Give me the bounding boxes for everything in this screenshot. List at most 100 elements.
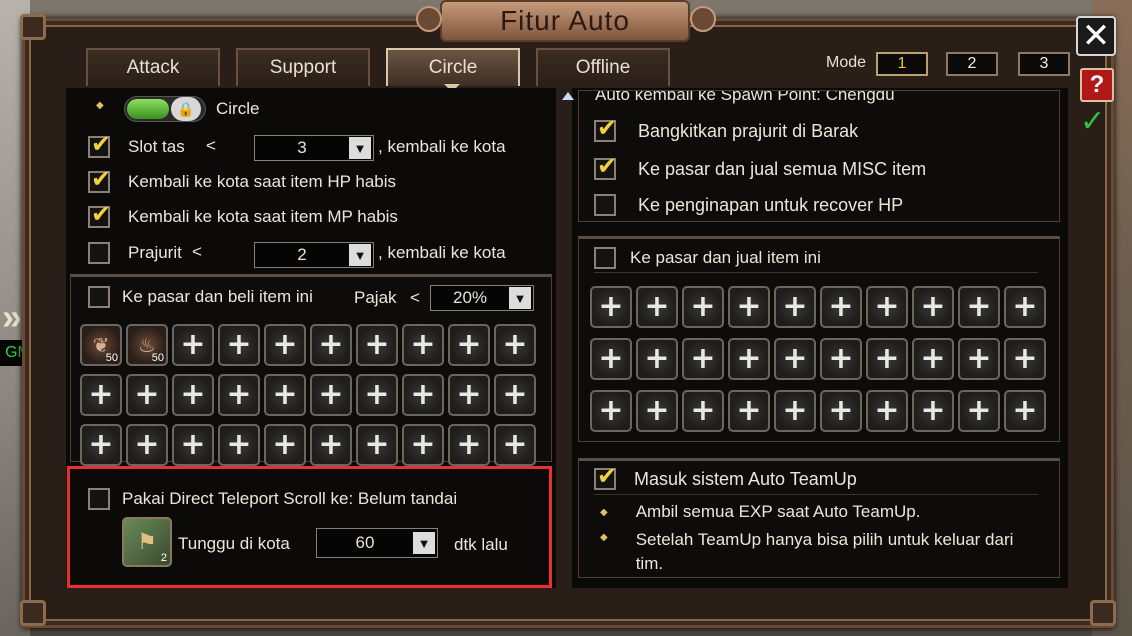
circle-bullet: ◆ [96, 100, 104, 111]
empty-item-slot[interactable]: + [590, 286, 632, 328]
empty-item-slot[interactable]: + [774, 338, 816, 380]
empty-item-slot[interactable]: + [310, 424, 352, 466]
prajurit-label: Prajurit [128, 243, 182, 262]
empty-item-slot[interactable]: + [1004, 390, 1046, 432]
empty-item-slot[interactable]: + [912, 286, 954, 328]
close-button[interactable]: ✕ [1076, 16, 1116, 56]
slot-tas-checkbox[interactable] [88, 130, 111, 158]
empty-item-slot[interactable]: + [80, 424, 122, 466]
empty-item-slot[interactable]: + [264, 424, 306, 466]
empty-item-slot[interactable]: + [636, 390, 678, 432]
empty-item-slot[interactable]: + [402, 374, 444, 416]
prajurit-dropdown[interactable]: 2 ▼ [254, 242, 374, 268]
scroll-up-icon[interactable] [562, 92, 574, 100]
empty-item-slot[interactable]: + [402, 324, 444, 366]
empty-item-slot[interactable]: + [494, 324, 536, 366]
add-icon: + [364, 427, 390, 462]
empty-item-slot[interactable]: + [820, 286, 862, 328]
sell-checkbox[interactable] [594, 247, 616, 269]
empty-item-slot[interactable]: + [958, 390, 1000, 432]
empty-item-slot[interactable]: + [494, 424, 536, 466]
teamup-checkbox[interactable] [594, 462, 617, 490]
empty-item-slot[interactable]: + [958, 338, 1000, 380]
empty-item-slot[interactable]: + [958, 286, 1000, 328]
empty-item-slot[interactable]: + [356, 324, 398, 366]
empty-item-slot[interactable]: + [310, 374, 352, 416]
empty-item-slot[interactable]: + [264, 324, 306, 366]
empty-item-slot[interactable]: + [218, 374, 260, 416]
wait-dropdown[interactable]: 60 ▼ [316, 528, 438, 558]
divider [594, 272, 1038, 273]
empty-item-slot[interactable]: + [80, 374, 122, 416]
empty-item-slot[interactable]: + [356, 424, 398, 466]
empty-item-slot[interactable]: + [264, 374, 306, 416]
empty-item-slot[interactable]: + [218, 324, 260, 366]
tab-support[interactable]: Support [236, 48, 370, 86]
slot-tas-row: Slot tas [88, 130, 185, 158]
empty-item-slot[interactable]: + [126, 424, 168, 466]
empty-item-slot[interactable]: + [866, 390, 908, 432]
empty-item-slot[interactable]: + [448, 374, 490, 416]
add-icon: + [690, 341, 716, 376]
empty-item-slot[interactable]: + [448, 324, 490, 366]
tax-dropdown[interactable]: 20% ▼ [430, 285, 534, 311]
empty-item-slot[interactable]: + [682, 286, 724, 328]
empty-item-slot[interactable]: + [682, 390, 724, 432]
teleport-checkbox[interactable] [88, 488, 110, 510]
help-button[interactable]: ? [1080, 68, 1114, 102]
empty-item-slot[interactable]: + [636, 286, 678, 328]
empty-item-slot[interactable]: + [356, 374, 398, 416]
empty-item-slot[interactable]: + [172, 324, 214, 366]
barak-checkbox[interactable] [594, 114, 617, 142]
misc-checkbox[interactable] [594, 152, 617, 180]
hp-checkbox[interactable] [88, 165, 111, 193]
item-slot[interactable]: ❦ 50 [80, 324, 122, 366]
empty-item-slot[interactable]: + [172, 424, 214, 466]
empty-item-slot[interactable]: + [448, 424, 490, 466]
slot-tas-suffix: , kembali ke kota [378, 137, 506, 156]
circle-toggle[interactable]: 🔒 [124, 96, 206, 122]
tab-attack[interactable]: Attack [86, 48, 220, 86]
tab-offline[interactable]: Offline [536, 48, 670, 86]
teamup-row: Masuk sistem Auto TeamUp [594, 462, 857, 490]
empty-item-slot[interactable]: + [1004, 286, 1046, 328]
empty-item-slot[interactable]: + [774, 390, 816, 432]
empty-item-slot[interactable]: + [728, 390, 770, 432]
empty-item-slot[interactable]: + [590, 390, 632, 432]
add-icon: + [226, 327, 252, 362]
prajurit-checkbox[interactable] [88, 242, 110, 264]
empty-item-slot[interactable]: + [912, 390, 954, 432]
add-icon: + [736, 393, 762, 428]
empty-item-slot[interactable]: + [494, 374, 536, 416]
empty-item-slot[interactable]: + [636, 338, 678, 380]
mp-checkbox[interactable] [88, 200, 111, 228]
slot-tas-dropdown[interactable]: 3 ▼ [254, 135, 374, 161]
buy-checkbox[interactable] [88, 286, 110, 308]
empty-item-slot[interactable]: + [218, 424, 260, 466]
empty-item-slot[interactable]: + [866, 338, 908, 380]
empty-item-slot[interactable]: + [1004, 338, 1046, 380]
empty-item-slot[interactable]: + [728, 338, 770, 380]
inn-checkbox[interactable] [594, 194, 616, 216]
empty-item-slot[interactable]: + [866, 286, 908, 328]
tab-circle[interactable]: Circle [386, 48, 520, 86]
add-icon: + [318, 377, 344, 412]
add-icon: + [736, 341, 762, 376]
empty-item-slot[interactable]: + [172, 374, 214, 416]
empty-item-slot[interactable]: + [774, 286, 816, 328]
empty-item-slot[interactable]: + [820, 338, 862, 380]
mode-2-button[interactable]: 2 [946, 52, 998, 76]
empty-item-slot[interactable]: + [310, 324, 352, 366]
empty-item-slot[interactable]: + [590, 338, 632, 380]
mode-3-button[interactable]: 3 [1018, 52, 1070, 76]
empty-item-slot[interactable]: + [126, 374, 168, 416]
tax-op: < [410, 288, 420, 307]
empty-item-slot[interactable]: + [682, 338, 724, 380]
teleport-scroll-icon[interactable]: ⚑ 2 [122, 517, 172, 567]
empty-item-slot[interactable]: + [728, 286, 770, 328]
empty-item-slot[interactable]: + [912, 338, 954, 380]
empty-item-slot[interactable]: + [820, 390, 862, 432]
empty-item-slot[interactable]: + [402, 424, 444, 466]
item-slot[interactable]: ♨ 50 [126, 324, 168, 366]
mode-1-button[interactable]: 1 [876, 52, 928, 76]
